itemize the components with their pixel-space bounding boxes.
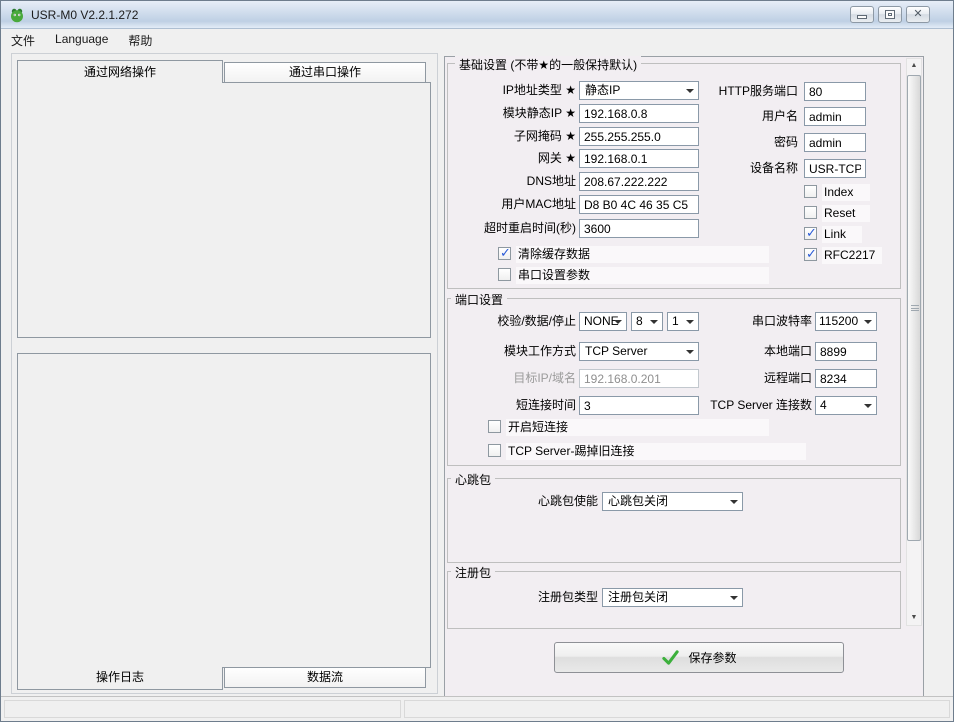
http-port-label: HTTP服务端口 (641, 82, 798, 101)
max-connections-label: TCP Server 连接数 (661, 396, 812, 415)
statusbar (1, 696, 953, 721)
status-cell-right (404, 700, 950, 718)
local-port-input[interactable] (815, 342, 877, 361)
heartbeat-enable-select[interactable]: 心跳包关闭 (602, 492, 743, 511)
menu-help[interactable]: 帮助 (118, 29, 162, 49)
baud-rate-value: 115200 (819, 314, 858, 328)
index-checkbox[interactable] (804, 185, 817, 198)
heartbeat-title: 心跳包 (451, 471, 495, 488)
password-input[interactable] (804, 133, 866, 152)
tab-network-operation[interactable]: 通过网络操作 (17, 60, 223, 83)
gateway-label: 网关 ★ (437, 149, 576, 168)
link-label: Link (822, 226, 862, 243)
static-ip-label: 模块静态IP ★ (437, 104, 576, 123)
user-mac-input[interactable] (579, 195, 699, 214)
app-icon[interactable] (9, 7, 25, 23)
reset-checkbox[interactable] (804, 206, 817, 219)
rfc2217-label: RFC2217 (822, 247, 882, 264)
timeout-restart-label: 超时重启时间(秒) (437, 219, 576, 238)
username-label: 用户名 (641, 107, 798, 126)
heartbeat-enable-value: 心跳包关闭 (608, 494, 668, 508)
ip-type-value: 静态IP (585, 83, 620, 97)
menubar: 文件 Language 帮助 (1, 29, 953, 49)
register-title: 注册包 (451, 564, 495, 581)
ip-type-label: IP地址类型 ★ (437, 81, 576, 100)
reset-label: Reset (822, 205, 870, 222)
dns-label: DNS地址 (437, 172, 576, 191)
username-input[interactable] (804, 107, 866, 126)
log-tab-pane (17, 353, 431, 668)
short-conn-label: 开启短连接 (506, 419, 769, 436)
heartbeat-group (447, 478, 901, 563)
chevron-down-icon (864, 404, 872, 408)
baud-rate-label: 串口波特率 (661, 312, 812, 331)
max-connections-value: 4 (820, 398, 827, 412)
scrollbar-thumb[interactable] (907, 75, 921, 541)
maximize-icon (885, 10, 895, 19)
basic-settings-title: 基础设置 (不带★的一般保持默认) (455, 56, 641, 73)
maximize-button[interactable] (878, 6, 902, 23)
work-mode-value: TCP Server (585, 344, 647, 358)
clear-cache-checkbox[interactable] (498, 247, 511, 260)
chevron-down-icon (650, 320, 658, 324)
max-connections-select[interactable]: 4 (815, 396, 877, 415)
tab-data-stream[interactable]: 数据流 (224, 667, 426, 688)
heartbeat-enable-label: 心跳包使能 (461, 492, 598, 511)
target-ip-label: 目标IP/域名 (437, 369, 576, 388)
rfc2217-checkbox[interactable] (804, 248, 817, 261)
scroll-down-icon[interactable]: ▼ (906, 610, 922, 626)
parity-select[interactable]: NONE (579, 312, 627, 331)
http-port-input[interactable] (804, 82, 866, 101)
window-title: USR-M0 V2.2.1.272 (31, 8, 138, 22)
register-type-value: 注册包关闭 (608, 590, 668, 604)
short-conn-checkbox[interactable] (488, 420, 501, 433)
network-tab-pane (17, 82, 431, 338)
serial-setup-checkbox[interactable] (498, 268, 511, 281)
work-mode-label: 模块工作方式 (437, 342, 576, 361)
parity-data-stop-label: 校验/数据/停止 (437, 312, 576, 331)
device-name-label: 设备名称 (641, 159, 798, 178)
check-icon (661, 648, 680, 667)
port-settings-title: 端口设置 (451, 291, 507, 308)
local-port-label: 本地端口 (661, 342, 812, 361)
tab-operation-log[interactable]: 操作日志 (17, 667, 223, 690)
remote-port-label: 远程端口 (661, 369, 812, 388)
timeout-restart-input[interactable] (579, 219, 699, 238)
minimize-icon (857, 15, 867, 19)
register-type-select[interactable]: 注册包关闭 (602, 588, 743, 607)
index-label: Index (822, 184, 870, 201)
minimize-button[interactable] (850, 6, 874, 23)
kick-old-label: TCP Server-踢掉旧连接 (506, 443, 806, 460)
scrollbar-grip-icon (911, 305, 919, 311)
menu-file[interactable]: 文件 (1, 29, 45, 49)
titlebar: USR-M0 V2.2.1.272 ✕ (1, 1, 953, 29)
user-mac-label: 用户MAC地址 (437, 195, 576, 214)
kick-old-checkbox[interactable] (488, 444, 501, 457)
chevron-down-icon (730, 596, 738, 600)
chevron-down-icon (730, 500, 738, 504)
save-button-label: 保存参数 (688, 649, 736, 666)
close-icon: ✕ (913, 9, 922, 20)
data-bits-select[interactable]: 8 (631, 312, 663, 331)
device-name-input[interactable] (804, 159, 866, 178)
chevron-down-icon (864, 320, 872, 324)
save-params-button[interactable]: 保存参数 (554, 642, 844, 673)
close-button[interactable]: ✕ (906, 6, 930, 23)
status-cell-left (4, 700, 401, 718)
short-conn-time-label: 短连接时间 (437, 396, 576, 415)
clear-cache-label: 清除缓存数据 (516, 246, 769, 263)
app-window: USR-M0 V2.2.1.272 ✕ 文件 Language 帮助 通过网络操… (0, 0, 954, 722)
tab-serial-operation[interactable]: 通过串口操作 (224, 62, 426, 83)
password-label: 密码 (641, 133, 798, 152)
data-bits-value: 8 (636, 314, 643, 328)
subnet-label: 子网掩码 ★ (437, 127, 576, 146)
menu-language[interactable]: Language (45, 29, 118, 49)
serial-setup-label: 串口设置参数 (516, 267, 769, 284)
remote-port-input[interactable] (815, 369, 877, 388)
scroll-up-icon[interactable]: ▲ (906, 58, 922, 74)
register-type-label: 注册包类型 (461, 588, 598, 607)
link-checkbox[interactable] (804, 227, 817, 240)
baud-rate-select[interactable]: 115200 (815, 312, 877, 331)
chevron-down-icon (614, 320, 622, 324)
